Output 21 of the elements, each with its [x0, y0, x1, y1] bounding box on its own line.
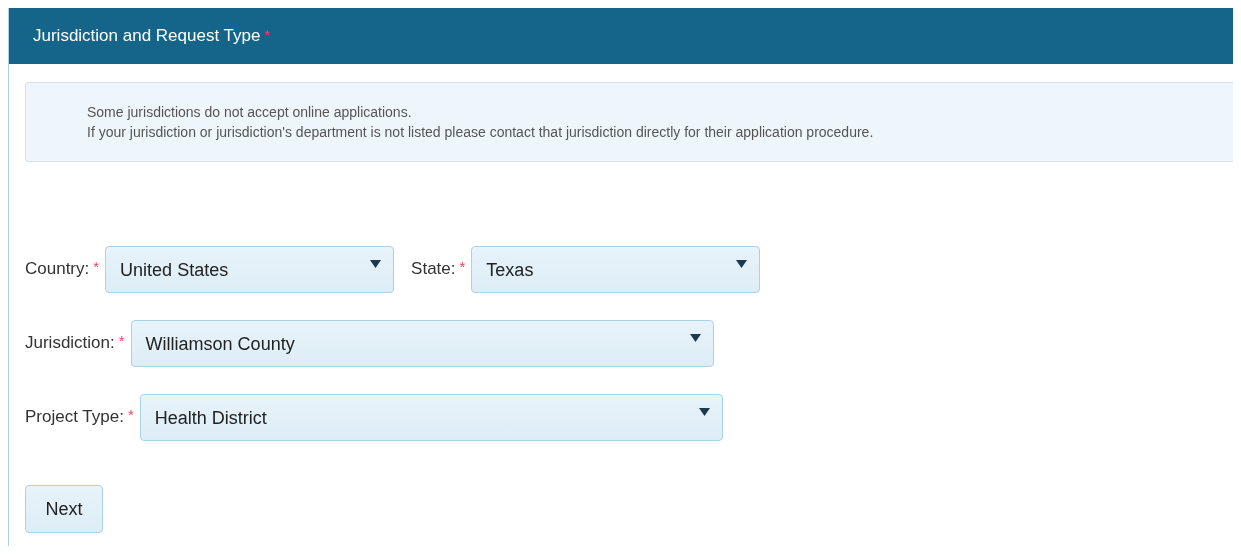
next-button[interactable]: Next — [25, 485, 103, 533]
dropdown[interactable]: Williamson County — [130, 320, 714, 367]
dropdown[interactable]: Texas — [471, 246, 761, 293]
dropdown[interactable]: Health District — [139, 394, 723, 441]
caret-icon — [370, 260, 382, 268]
required-mark: * — [93, 257, 100, 275]
required-mark: * — [264, 25, 271, 43]
dropdown[interactable]: United States — [105, 246, 395, 293]
field-label: Jurisdiction: — [25, 332, 115, 353]
required-mark: * — [459, 257, 466, 275]
field-label: Project Type: — [25, 406, 124, 427]
required-mark: * — [127, 405, 134, 423]
caret-icon — [736, 260, 748, 268]
caret-icon — [698, 408, 710, 416]
field-label: Country: — [25, 258, 90, 279]
field-label: State: — [411, 258, 456, 279]
panel-title: Jurisdiction and Request Type — [33, 26, 261, 46]
caret-icon — [689, 334, 701, 342]
required-mark: * — [118, 331, 125, 349]
notice-text: If your jurisdiction or jurisdiction's department is not listed please contact that jurisdiction directly for their application procedure. — [87, 123, 875, 142]
notice-text: Some jurisdictions do not accept online applications. — [87, 103, 413, 122]
